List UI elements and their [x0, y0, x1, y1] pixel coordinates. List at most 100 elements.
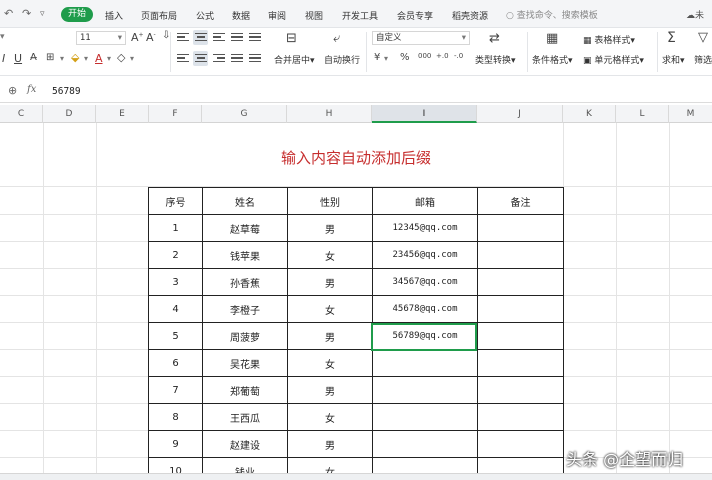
- align-left-icon[interactable]: [177, 54, 189, 64]
- chevron-down-icon[interactable]: ▾: [384, 54, 388, 63]
- cell-gender[interactable]: 女: [287, 295, 373, 323]
- align-top-icon[interactable]: [177, 33, 189, 43]
- wrap-text-button[interactable]: 自动换行: [324, 53, 360, 66]
- cell-email[interactable]: 12345@qq.com: [372, 214, 478, 242]
- header-cell-note[interactable]: 备注: [477, 187, 564, 215]
- fill-color-icon[interactable]: ⬙: [71, 51, 79, 64]
- cell-email[interactable]: 45678@qq.com: [372, 295, 478, 323]
- filter-button[interactable]: 筛选: [694, 53, 712, 66]
- cell-gender[interactable]: 男: [287, 268, 373, 296]
- cell-email[interactable]: 23456@qq.com: [372, 241, 478, 269]
- zoom-icon[interactable]: ⊕: [8, 84, 17, 97]
- sheet-title[interactable]: 输入内容自动添加后缀: [149, 147, 563, 168]
- cell-name[interactable]: 周菠萝: [202, 322, 288, 350]
- font-name-box[interactable]: ▾: [0, 32, 5, 42]
- cell-note[interactable]: [477, 322, 564, 350]
- cell-index[interactable]: 1: [148, 214, 203, 242]
- cell-gender[interactable]: 女: [287, 403, 373, 431]
- justify-icon[interactable]: [231, 54, 243, 64]
- conditional-format-icon[interactable]: ▦: [546, 31, 558, 46]
- increase-decimal-icon[interactable]: +.0: [436, 52, 449, 60]
- cell-email[interactable]: [372, 457, 478, 473]
- tab-review[interactable]: 审阅: [268, 9, 286, 22]
- cell-email[interactable]: [372, 403, 478, 431]
- strikethrough-icon[interactable]: A̶: [30, 52, 37, 63]
- font-size-box[interactable]: 11 ▾: [76, 31, 126, 45]
- clear-format-icon[interactable]: ◇: [117, 51, 125, 64]
- align-bottom-icon[interactable]: [213, 33, 225, 43]
- underline-icon[interactable]: U: [14, 52, 22, 65]
- conditional-format-button[interactable]: 条件格式▾: [532, 53, 573, 66]
- column-header[interactable]: L: [616, 105, 669, 123]
- tab-insert[interactable]: 插入: [105, 9, 123, 22]
- cell-note[interactable]: [477, 241, 564, 269]
- chevron-down-icon[interactable]: ▾: [60, 54, 64, 63]
- header-cell-name[interactable]: 姓名: [202, 187, 288, 215]
- cell-gender[interactable]: 女: [287, 457, 373, 473]
- column-header-selected[interactable]: I: [372, 105, 477, 123]
- cell-email[interactable]: [372, 349, 478, 377]
- chevron-down-icon[interactable]: ▾: [130, 54, 134, 63]
- currency-icon[interactable]: ¥: [374, 52, 380, 63]
- cell-note[interactable]: [477, 295, 564, 323]
- indent-icon[interactable]: [231, 33, 243, 43]
- cloud-status[interactable]: ☁未: [686, 8, 704, 21]
- cell-gender[interactable]: 男: [287, 214, 373, 242]
- decrease-decimal-icon[interactable]: -.0: [454, 52, 463, 60]
- cell-gender[interactable]: 男: [287, 376, 373, 404]
- cell-note[interactable]: [477, 403, 564, 431]
- column-header[interactable]: H: [287, 105, 372, 123]
- border-icon[interactable]: ⊞: [46, 52, 54, 63]
- cell-name[interactable]: 赵建设: [202, 430, 288, 458]
- cell-note[interactable]: [477, 268, 564, 296]
- formula-input[interactable]: 56789: [52, 86, 81, 97]
- cell-index[interactable]: 2: [148, 241, 203, 269]
- header-cell-gender[interactable]: 性别: [287, 187, 373, 215]
- cell-name[interactable]: 王西瓜: [202, 403, 288, 431]
- column-header[interactable]: F: [149, 105, 202, 123]
- cell-gender[interactable]: 女: [287, 241, 373, 269]
- outdent-icon[interactable]: [249, 33, 261, 43]
- column-header[interactable]: J: [477, 105, 563, 123]
- cell-note[interactable]: [477, 457, 564, 473]
- column-header[interactable]: G: [202, 105, 287, 123]
- cell-index[interactable]: 3: [148, 268, 203, 296]
- align-center-icon[interactable]: [195, 54, 207, 64]
- cell-index[interactable]: 10: [148, 457, 203, 473]
- sum-button[interactable]: 求和▾: [662, 53, 685, 66]
- quick-access-dropdown-icon[interactable]: ▿: [40, 9, 45, 19]
- tab-formula[interactable]: 公式: [196, 9, 214, 22]
- percent-icon[interactable]: %: [400, 52, 410, 63]
- cell-name[interactable]: 吴花果: [202, 349, 288, 377]
- distributed-icon[interactable]: [249, 54, 261, 64]
- undo-icon[interactable]: ↶: [4, 7, 13, 20]
- cell-note[interactable]: [477, 214, 564, 242]
- tab-developer[interactable]: 开发工具: [342, 9, 378, 22]
- decrease-font-icon[interactable]: A-: [146, 31, 156, 44]
- cell-email[interactable]: 34567@qq.com: [372, 268, 478, 296]
- cell-index[interactable]: 4: [148, 295, 203, 323]
- cell-gender[interactable]: 男: [287, 430, 373, 458]
- merge-center-icon[interactable]: ⊟: [286, 31, 297, 46]
- cell-index[interactable]: 5: [148, 322, 203, 350]
- cell-note[interactable]: [477, 430, 564, 458]
- chevron-down-icon[interactable]: ▾: [84, 54, 88, 63]
- header-cell-email[interactable]: 邮箱: [372, 187, 478, 215]
- tab-docer-resources[interactable]: 稻壳资源: [452, 9, 488, 22]
- type-convert-button[interactable]: 类型转换▾: [475, 53, 516, 66]
- spreadsheet-grid[interactable]: 输入内容自动添加后缀 序号 姓名 性别 邮箱 备注 1 赵草莓男 12345@qq.…: [0, 123, 712, 473]
- align-middle-icon[interactable]: [195, 33, 207, 43]
- cell-note[interactable]: [477, 349, 564, 377]
- column-header[interactable]: E: [96, 105, 149, 123]
- cell-style-button[interactable]: ▣ 单元格样式▾: [583, 53, 644, 66]
- sum-icon[interactable]: Σ: [667, 30, 676, 46]
- italic-icon[interactable]: I: [2, 52, 5, 65]
- tab-data[interactable]: 数据: [232, 9, 250, 22]
- search-command[interactable]: ○ 查找命令、搜索模板: [506, 8, 598, 21]
- type-convert-icon[interactable]: ⇄: [489, 31, 500, 46]
- cell-name[interactable]: 孙香蕉: [202, 268, 288, 296]
- thousands-icon[interactable]: 000: [418, 52, 431, 60]
- cell-note[interactable]: [477, 376, 564, 404]
- cell-name[interactable]: 郑葡萄: [202, 376, 288, 404]
- font-color-icon[interactable]: A: [95, 52, 103, 65]
